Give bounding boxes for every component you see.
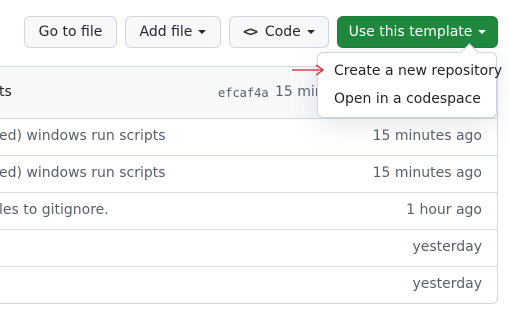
latest-commit-sha[interactable]: efcaf4a xyxy=(218,86,269,100)
table-row: ed) windows run scripts 15 minutes ago xyxy=(0,156,497,193)
table-row: yesterday xyxy=(0,230,497,267)
code-button[interactable]: <> Code xyxy=(229,16,329,48)
arrow-right-icon xyxy=(292,64,325,76)
code-label: Code xyxy=(264,24,301,40)
triangle-down-icon xyxy=(478,30,487,34)
template-dropdown-menu: Create a new repository Open in a codesp… xyxy=(317,52,502,118)
commit-time: yesterday xyxy=(412,239,482,255)
commit-message-link[interactable]: ed) windows run scripts xyxy=(0,128,166,144)
commit-message-link[interactable]: les to gitignore. xyxy=(0,202,109,218)
add-file-label: Add file xyxy=(139,24,193,40)
triangle-down-icon xyxy=(198,30,207,34)
table-row: ed) windows run scripts 15 minutes ago xyxy=(0,119,497,156)
add-file-button[interactable]: Add file xyxy=(125,16,221,48)
menu-item-open-codespace[interactable]: Open in a codespace xyxy=(334,91,481,107)
code-brackets-icon: <> xyxy=(243,24,258,40)
commit-time: yesterday xyxy=(412,276,482,292)
table-row: yesterday xyxy=(0,267,497,304)
go-to-file-button[interactable]: Go to file xyxy=(24,16,117,48)
triangle-down-icon xyxy=(306,30,315,34)
table-row: les to gitignore. 1 hour ago xyxy=(0,193,497,230)
use-template-label: Use this template xyxy=(348,24,473,40)
go-to-file-label: Go to file xyxy=(38,24,103,40)
menu-item-create-repository[interactable]: Create a new repository xyxy=(334,63,502,79)
commit-time: 15 minutes ago xyxy=(372,128,482,144)
latest-commit-message[interactable]: ts xyxy=(0,84,12,100)
use-template-button[interactable]: Use this template xyxy=(337,16,498,48)
commit-message-link[interactable]: ed) windows run scripts xyxy=(0,165,166,181)
commit-time: 15 minutes ago xyxy=(372,165,482,181)
commit-time: 1 hour ago xyxy=(406,202,482,218)
